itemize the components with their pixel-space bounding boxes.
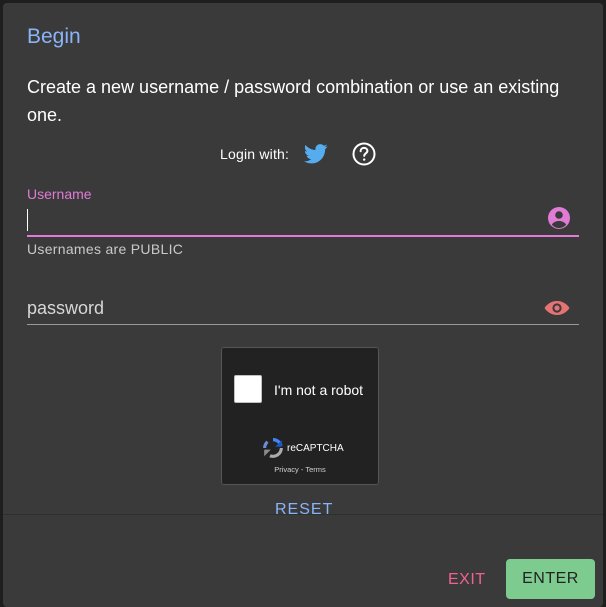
reset-button[interactable]: RESET	[275, 501, 333, 519]
recaptcha-logo-icon	[261, 436, 285, 460]
username-label: Username	[27, 186, 92, 202]
recaptcha-brand: reCAPTCHA	[287, 443, 344, 454]
enter-button[interactable]: ENTER	[506, 559, 595, 599]
recaptcha-checkbox[interactable]	[234, 375, 262, 403]
exit-button[interactable]: EXIT	[448, 571, 486, 589]
twitter-icon[interactable]	[303, 142, 329, 166]
recaptcha-terms-link[interactable]: Terms	[305, 465, 325, 474]
recaptcha-links: Privacy - Terms	[222, 465, 378, 474]
recaptcha-privacy-link[interactable]: Privacy	[274, 465, 299, 474]
recaptcha-label: I'm not a robot	[274, 382, 364, 398]
login-with-row: Login with:	[220, 139, 377, 169]
login-dialog: Begin Create a new username / password c…	[3, 3, 603, 607]
actions-divider	[3, 514, 603, 515]
text-cursor	[27, 209, 28, 231]
username-hint: Usernames are PUBLIC	[27, 241, 184, 257]
eye-icon[interactable]	[543, 296, 571, 320]
password-field[interactable]	[27, 293, 579, 325]
login-with-label: Login with:	[220, 146, 290, 162]
password-input[interactable]	[27, 296, 527, 320]
username-field[interactable]	[27, 203, 579, 237]
help-icon[interactable]	[351, 141, 377, 167]
dialog-description: Create a new username / password combina…	[27, 77, 560, 125]
dialog-title: Begin	[27, 25, 81, 48]
recaptcha-widget: I'm not a robot reCAPTCHA Privacy - Term…	[221, 347, 379, 485]
account-circle-icon	[547, 206, 571, 230]
username-input[interactable]	[27, 207, 527, 231]
